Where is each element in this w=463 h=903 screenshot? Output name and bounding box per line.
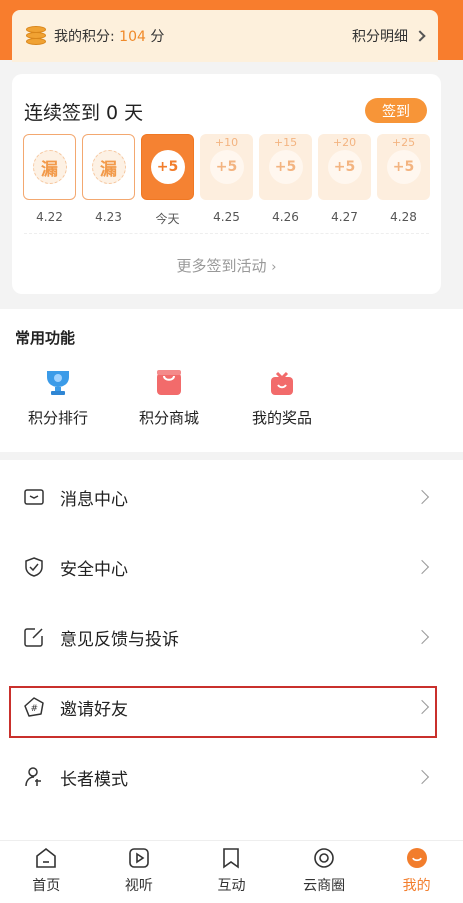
common-functions-section: 常用功能 积分排行 积分商城 我的奖品 xyxy=(0,309,463,452)
chevron-right-icon xyxy=(414,629,430,645)
points-bar: 我的积分: 104 分 积分明细 xyxy=(12,10,438,62)
nav-profile[interactable]: 我的 xyxy=(370,841,463,903)
checkin-day: +20 +5 4.27 xyxy=(318,134,371,227)
shopping-bag-icon xyxy=(154,367,184,397)
coin-stack-icon xyxy=(26,26,46,46)
checkin-day: +10 +5 4.25 xyxy=(200,134,253,227)
chevron-right-icon xyxy=(414,559,430,575)
message-icon xyxy=(24,487,44,507)
nav-video[interactable]: 视听 xyxy=(93,841,186,903)
checkin-day: 漏 4.23 xyxy=(82,134,135,227)
chevron-right-icon xyxy=(414,769,430,785)
bottom-nav: 首页 视听 互动 云商圈 我的 xyxy=(0,840,463,903)
checkin-button[interactable]: 签到 xyxy=(365,98,427,123)
points-ranking-button[interactable]: 积分排行 xyxy=(8,367,108,428)
trophy-icon xyxy=(43,367,73,397)
nav-cloud-circle[interactable]: 云商圈 xyxy=(278,841,371,903)
points-value: 104 xyxy=(119,29,146,45)
profile-icon xyxy=(406,847,428,869)
checkin-days: 漏 4.22 漏 4.23 +5 今天 +10 +5 4.25 +15 +5 4.2… xyxy=(23,134,430,227)
gift-icon xyxy=(267,367,297,397)
checkin-card: 连续签到 0 天 签到 漏 4.22 漏 4.23 +5 今天 +10 +5 4.… xyxy=(12,74,441,294)
checkin-day: 漏 4.22 xyxy=(23,134,76,227)
checkin-title: 连续签到 0 天 xyxy=(24,102,144,124)
points-label: 我的积分: 104 分 xyxy=(54,29,165,45)
highlight-annotation-box xyxy=(9,686,437,738)
divider xyxy=(24,233,429,234)
chevron-right-icon xyxy=(414,30,426,42)
my-prizes-button[interactable]: 我的奖品 xyxy=(232,367,332,428)
menu-item-message-center[interactable]: 消息中心 xyxy=(0,462,463,532)
play-icon xyxy=(128,847,150,869)
points-mall-button[interactable]: 积分商城 xyxy=(119,367,219,428)
bookmark-icon xyxy=(220,847,242,869)
home-icon xyxy=(35,847,57,869)
settings-menu: 消息中心 安全中心 意见反馈与投诉 # 邀请好友 长者模式 xyxy=(0,460,463,840)
menu-item-feedback[interactable]: 意见反馈与投诉 xyxy=(0,602,463,672)
section-title: 常用功能 xyxy=(15,329,76,347)
checkin-day-today[interactable]: +5 今天 xyxy=(141,134,194,227)
feedback-edit-icon xyxy=(24,627,44,647)
checkin-day: +15 +5 4.26 xyxy=(259,134,312,227)
chevron-right-icon xyxy=(414,489,430,505)
elder-mode-icon xyxy=(24,767,44,787)
chevron-right-icon: › xyxy=(271,260,277,275)
shield-icon xyxy=(24,557,44,577)
menu-item-elder-mode[interactable]: 长者模式 xyxy=(0,742,463,812)
menu-item-security-center[interactable]: 安全中心 xyxy=(0,532,463,602)
more-checkin-activity-link[interactable]: 更多签到活动 › xyxy=(12,255,441,276)
checkin-day: +25 +5 4.28 xyxy=(377,134,430,227)
cloud-circle-icon xyxy=(313,847,335,869)
nav-home[interactable]: 首页 xyxy=(0,841,93,903)
points-detail-link[interactable]: 积分明细 xyxy=(352,26,426,46)
nav-interact[interactable]: 互动 xyxy=(185,841,278,903)
